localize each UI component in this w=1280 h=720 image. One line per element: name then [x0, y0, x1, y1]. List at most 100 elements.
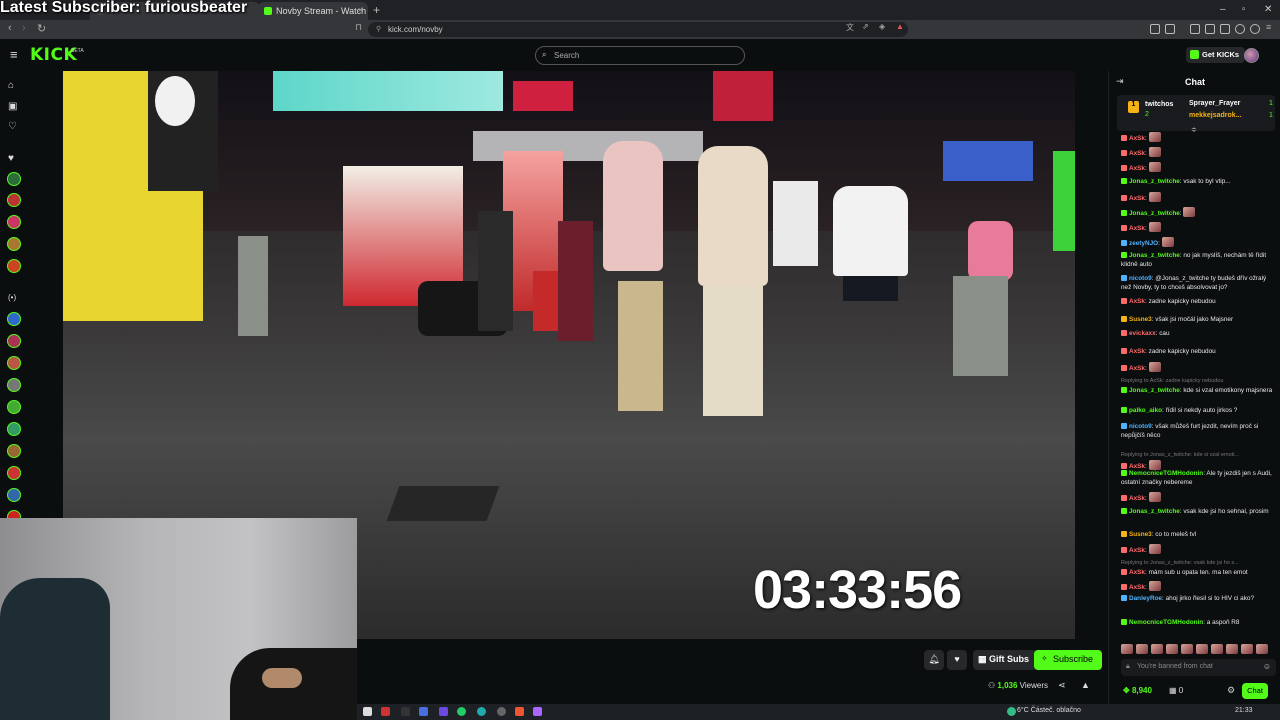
subscribe-button[interactable]: ✧ Subscribe	[1034, 650, 1103, 670]
notifications-button[interactable]: 🔔︎	[924, 650, 944, 670]
system-clock[interactable]: 21:33	[1235, 707, 1253, 714]
channel-avatar[interactable]	[7, 193, 21, 207]
channel-avatar[interactable]	[7, 400, 21, 414]
chat-send-button[interactable]: Chat	[1242, 683, 1268, 699]
back-icon[interactable]: ‹	[8, 22, 12, 34]
browser-tab-active[interactable]: Novby Stream - Watch Live o... ×	[258, 2, 368, 20]
chat-username[interactable]: AxSk	[1129, 195, 1145, 202]
channel-avatar[interactable]	[7, 237, 21, 251]
minimize-icon[interactable]: –	[1220, 4, 1226, 15]
chat-username[interactable]: palko_aiko	[1129, 407, 1162, 414]
shield-icon[interactable]: ◈	[879, 22, 885, 31]
channel-avatar[interactable]	[7, 172, 21, 186]
chat-username[interactable]: AxSk	[1129, 165, 1145, 172]
channel-avatar[interactable]	[7, 378, 21, 392]
gift-subs-button[interactable]: ▦ Gift Subs	[973, 650, 1037, 670]
tabs-icon[interactable]	[1220, 24, 1230, 34]
chat-username[interactable]: AxSk	[1129, 298, 1145, 305]
chat-username[interactable]: AxSk	[1129, 348, 1145, 355]
chat-username[interactable]: Jonas_z_twitche	[1129, 508, 1180, 515]
quick-emote-icon[interactable]	[1181, 644, 1193, 654]
close-tab-icon[interactable]: ×	[358, 5, 363, 15]
extension-icon[interactable]	[1190, 24, 1200, 34]
user-avatar[interactable]	[1244, 48, 1259, 63]
new-tab-button[interactable]: +	[373, 3, 380, 17]
follow-button[interactable]: ♥	[947, 650, 967, 670]
chat-username[interactable]: Jonas_z_twitche	[1129, 387, 1180, 394]
taskbar-app-icon[interactable]	[401, 707, 410, 716]
kicks-balance[interactable]: ✥ 8,940	[1123, 686, 1152, 695]
chat-username[interactable]: Susne3	[1129, 531, 1152, 538]
address-bar[interactable]: ⚲ kick.com/novby	[368, 22, 908, 37]
quick-emote-icon[interactable]	[1256, 644, 1268, 654]
home-icon[interactable]: ⌂	[8, 80, 14, 91]
chat-username[interactable]: zeetyNJO	[1129, 240, 1158, 247]
start-icon[interactable]	[363, 707, 372, 716]
chat-username[interactable]: Jonas_z_twitche	[1129, 178, 1180, 185]
get-kicks-button[interactable]: Get KICKs	[1186, 47, 1246, 63]
taskbar-app-icon[interactable]	[533, 707, 542, 716]
chat-username[interactable]: AxSk	[1129, 495, 1145, 502]
browse-icon[interactable]: ▣	[8, 101, 17, 112]
chat-input[interactable]: 🔒︎ You're banned from chat ☺	[1121, 659, 1276, 676]
site-info-icon[interactable]: ⚲	[376, 25, 381, 33]
quick-emote-icon[interactable]	[1226, 644, 1238, 654]
chat-username[interactable]: DanleyRoe	[1129, 595, 1162, 602]
chat-username[interactable]: AxSk	[1129, 547, 1145, 554]
channel-avatar[interactable]	[7, 356, 21, 370]
channel-avatar[interactable]	[7, 312, 21, 326]
report-icon[interactable]: ▲	[1081, 680, 1090, 690]
browser-menu-icon[interactable]: ≡	[1266, 22, 1271, 32]
bookmark-icon[interactable]: ⊓	[355, 22, 362, 33]
menu-icon[interactable]: ≡	[10, 47, 18, 62]
channel-avatar[interactable]	[7, 444, 21, 458]
quick-emote-icon[interactable]	[1241, 644, 1253, 654]
chat-username[interactable]: AxSk	[1129, 365, 1145, 372]
sidebar-toggle-icon[interactable]	[1205, 24, 1215, 34]
chat-username[interactable]: AxSk	[1129, 135, 1145, 142]
close-window-icon[interactable]: ✕	[1264, 4, 1272, 15]
channel-avatar[interactable]	[7, 488, 21, 502]
share-page-icon[interactable]: ⇗	[862, 22, 869, 31]
translate-icon[interactable]: 文	[846, 22, 854, 33]
extension-icon[interactable]	[1150, 24, 1160, 34]
quick-emote-icon[interactable]	[1166, 644, 1178, 654]
forward-icon[interactable]: ›	[22, 22, 26, 34]
chat-username[interactable]: AxSk	[1129, 584, 1145, 591]
weather-status[interactable]: 6°C Částeč. oblačno	[1017, 707, 1081, 714]
channel-avatar[interactable]	[7, 334, 21, 348]
chat-username[interactable]: AxSk	[1129, 569, 1145, 576]
taskbar-app-icon[interactable]	[457, 707, 466, 716]
channel-avatar[interactable]	[7, 466, 21, 480]
settings-icon[interactable]: ⚙	[1227, 685, 1235, 696]
quick-emote-icon[interactable]	[1121, 644, 1133, 654]
maximize-icon[interactable]: ▫	[1242, 4, 1246, 15]
rewards-icon[interactable]: ▲	[896, 22, 904, 31]
chat-username[interactable]: NemocniceTGMHodonin	[1129, 470, 1203, 477]
wallet-icon[interactable]	[1235, 24, 1245, 34]
following-icon[interactable]: ♡	[8, 121, 17, 132]
quick-emote-icon[interactable]	[1211, 644, 1223, 654]
quick-emote-icon[interactable]	[1136, 644, 1148, 654]
chat-username[interactable]: NemocniceTGMHodonin	[1129, 619, 1203, 626]
chat-username[interactable]: evickaxx	[1129, 330, 1156, 337]
channel-avatar[interactable]	[7, 259, 21, 273]
channel-avatar[interactable]	[7, 215, 21, 229]
quick-emote-icon[interactable]	[1151, 644, 1163, 654]
taskbar-app-icon[interactable]	[515, 707, 524, 716]
extension-icon[interactable]	[1165, 24, 1175, 34]
chat-username[interactable]: Susne3	[1129, 316, 1152, 323]
chat-username[interactable]: nicoto9	[1129, 423, 1152, 430]
taskbar-app-icon[interactable]	[419, 707, 428, 716]
search-input[interactable]: ⌕ Search	[535, 46, 745, 65]
chat-username[interactable]: AxSk	[1129, 225, 1145, 232]
vpn-icon[interactable]	[1250, 24, 1260, 34]
taskbar-app-icon[interactable]	[497, 707, 506, 716]
channel-avatar[interactable]	[7, 422, 21, 436]
chat-username[interactable]: Jonas_z_twitche	[1129, 252, 1180, 259]
chat-username[interactable]: nicoto9	[1129, 275, 1152, 282]
reload-icon[interactable]: ↻	[37, 22, 46, 35]
taskbar-app-icon[interactable]	[381, 707, 390, 716]
subs-balance[interactable]: ▦ 0	[1169, 686, 1183, 695]
chat-username[interactable]: AxSk	[1129, 150, 1145, 157]
